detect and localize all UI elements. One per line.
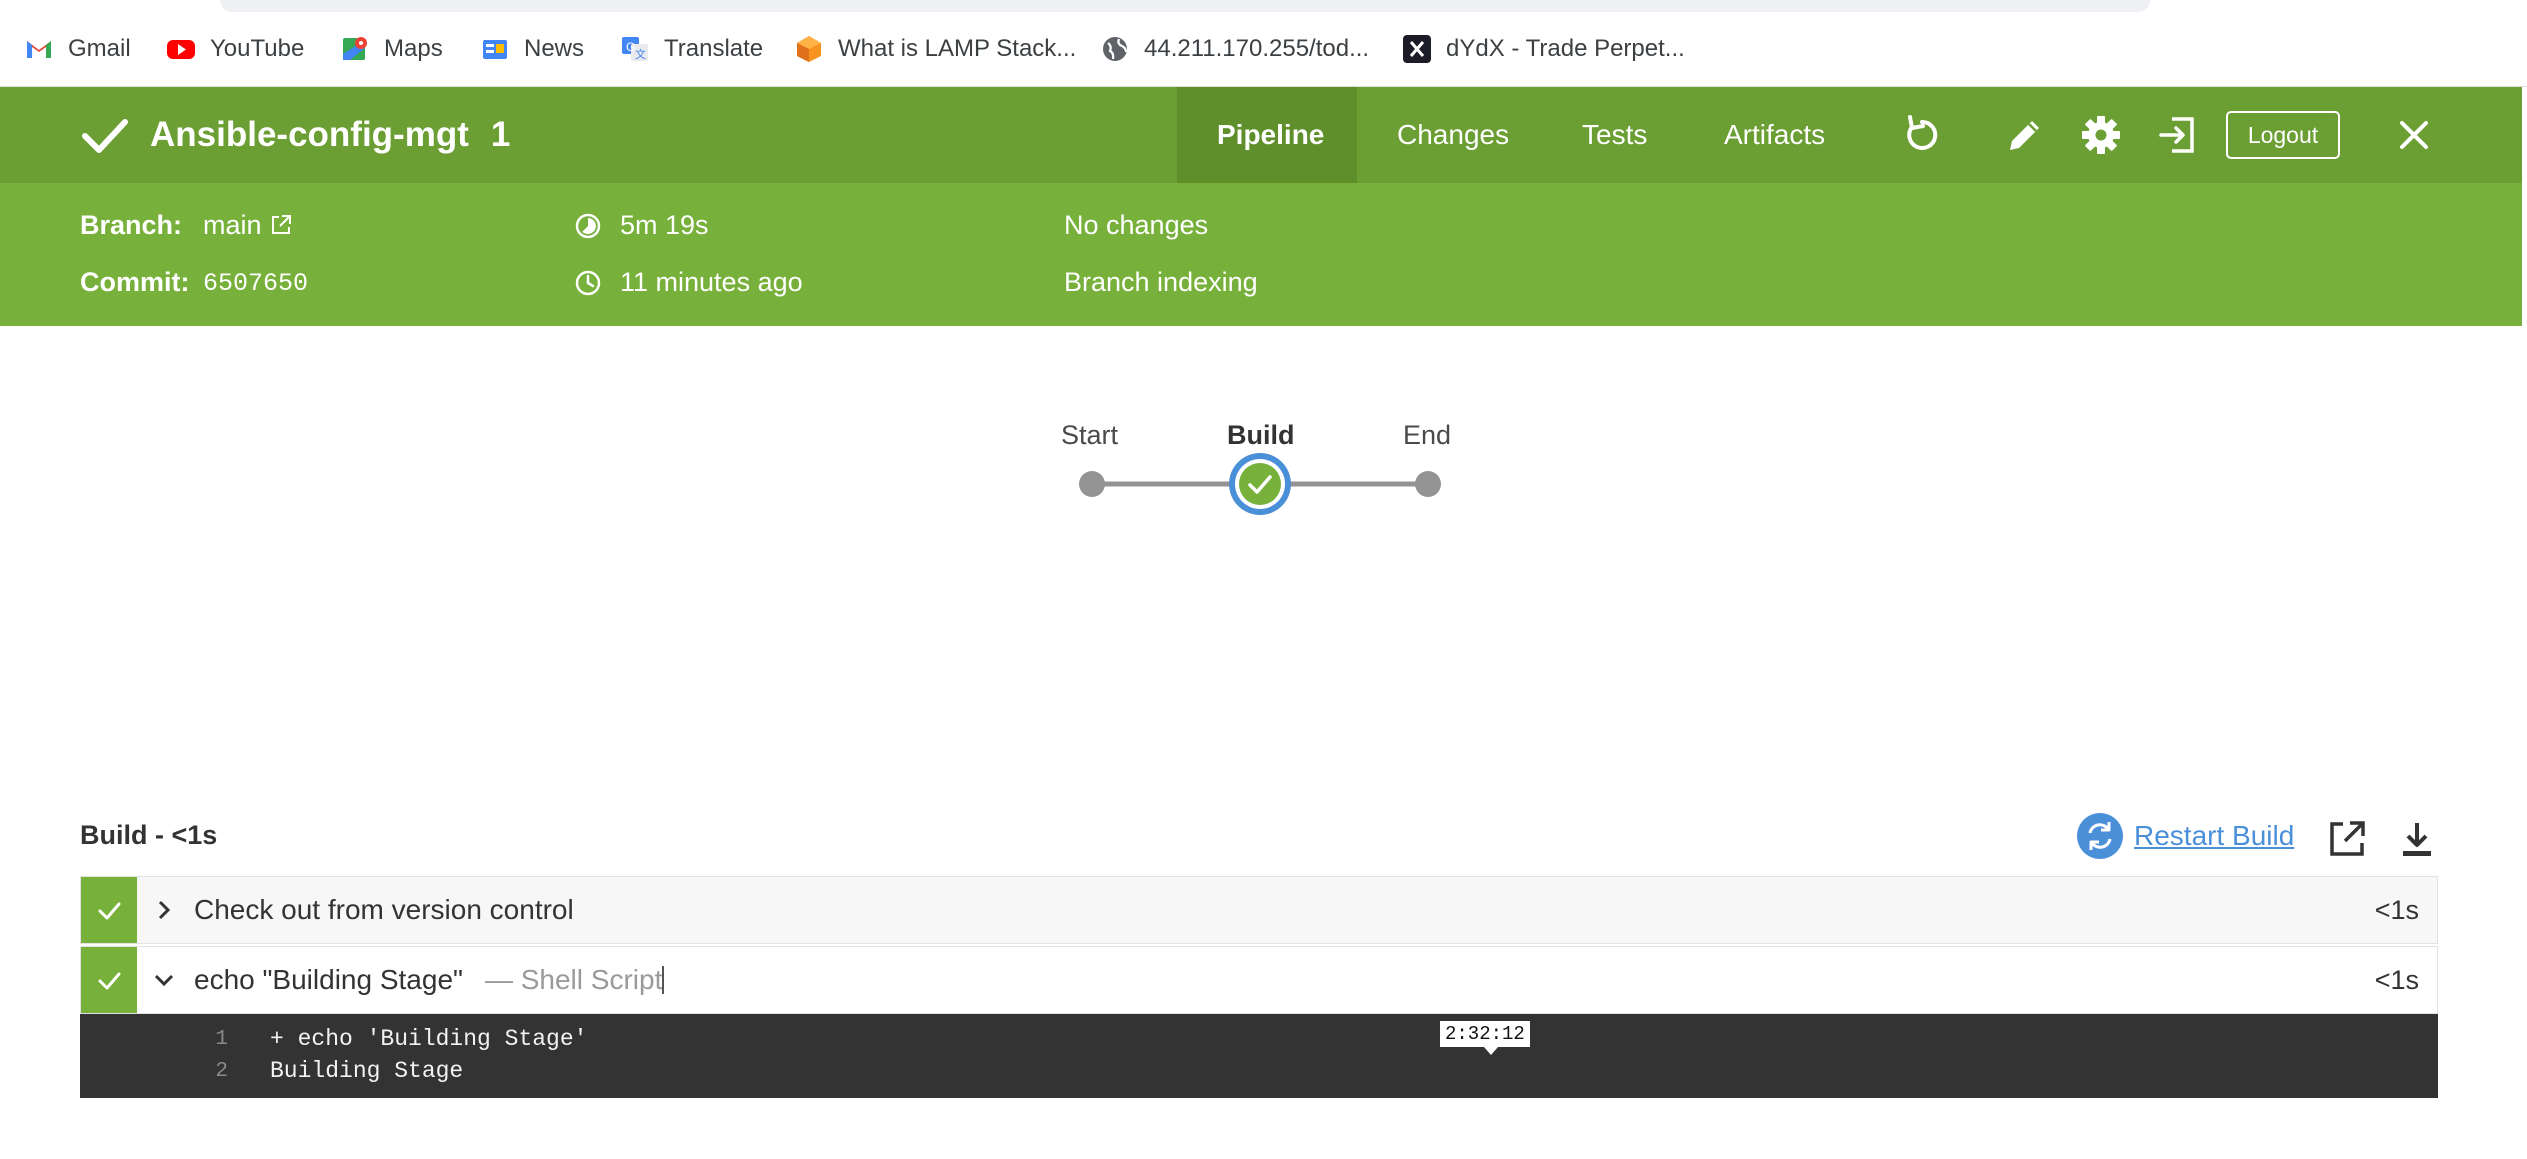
commit-label: Commit: bbox=[80, 267, 190, 297]
branch-label: Branch: bbox=[80, 210, 183, 240]
bookmark-dydx[interactable]: dYdX - Trade Perpet... bbox=[1402, 32, 1685, 66]
tab-artifacts[interactable]: Artifacts bbox=[1724, 87, 1825, 183]
translate-icon: G文 bbox=[620, 34, 650, 64]
bookmark-lamp[interactable]: What is LAMP Stack... bbox=[794, 32, 1076, 66]
pipeline-graph bbox=[1079, 453, 1441, 515]
restart-build-label[interactable]: Restart Build bbox=[2134, 820, 2294, 852]
tab-tests[interactable]: Tests bbox=[1582, 87, 1647, 183]
step-label: Check out from version control bbox=[194, 877, 574, 943]
bookmark-label: Maps bbox=[384, 35, 443, 62]
bookmark-maps[interactable]: Maps bbox=[340, 32, 443, 66]
restart-icon bbox=[2077, 813, 2123, 859]
dydx-icon bbox=[1402, 34, 1432, 64]
open-classic-icon[interactable] bbox=[2156, 113, 2200, 157]
run-duration: 5m 19s bbox=[620, 210, 709, 240]
step-row-shell-script[interactable]: echo "Building Stage" — Shell Script <1s bbox=[80, 946, 2438, 1014]
run-started: 11 minutes ago bbox=[620, 267, 803, 297]
stage-label-build[interactable]: Build bbox=[1227, 420, 1295, 451]
tab-pipeline[interactable]: Pipeline bbox=[1217, 87, 1324, 183]
text-cursor bbox=[662, 966, 665, 994]
edit-pencil-icon[interactable] bbox=[2003, 113, 2047, 157]
timestamp-tooltip: 2:32:12 bbox=[1439, 1020, 1531, 1055]
lamp-icon bbox=[794, 34, 824, 64]
bookmark-label: dYdX - Trade Perpet... bbox=[1446, 35, 1685, 62]
step-success-badge bbox=[81, 877, 137, 943]
run-header-bar: Ansible-config-mgt 1 Pipeline Changes Te… bbox=[0, 87, 2522, 183]
bookmarks-bar: Gmail YouTube Maps News G文 Translate Wha… bbox=[0, 12, 2527, 87]
step-console-log: 1 + echo 'Building Stage' 2 Building Sta… bbox=[80, 1014, 2438, 1098]
stage-label-start: Start bbox=[1061, 420, 1119, 450]
end-node bbox=[1415, 471, 1441, 497]
run-cause: Branch indexing bbox=[1064, 267, 1258, 297]
open-in-new-window-icon[interactable] bbox=[2326, 818, 2368, 860]
svg-text:文: 文 bbox=[635, 47, 646, 61]
bookmark-label: Gmail bbox=[68, 35, 131, 62]
success-check-icon bbox=[82, 119, 128, 153]
step-duration: <1s bbox=[2374, 894, 2419, 925]
bookmark-youtube[interactable]: YouTube bbox=[166, 32, 304, 66]
bookmark-translate[interactable]: G文 Translate bbox=[620, 32, 763, 66]
run-details-bar: Branch: main Commit: 6507650 5m 19s 11 m… bbox=[0, 183, 2522, 326]
tab-changes[interactable]: Changes bbox=[1397, 87, 1509, 183]
download-icon[interactable] bbox=[2397, 818, 2437, 860]
run-number: 1 bbox=[490, 115, 511, 154]
log-line-number[interactable]: 2 bbox=[188, 1060, 228, 1083]
log-line-text: + echo 'Building Stage' bbox=[270, 1026, 588, 1052]
stage-label-end: End bbox=[1403, 420, 1452, 450]
step-name: echo "Building Stage" bbox=[194, 964, 463, 995]
external-link-icon[interactable] bbox=[269, 213, 293, 237]
youtube-icon bbox=[166, 34, 196, 64]
clock-icon bbox=[575, 270, 601, 296]
step-row-checkout[interactable]: Check out from version control <1s bbox=[80, 876, 2438, 944]
build-stage-node[interactable] bbox=[1229, 453, 1291, 515]
start-node bbox=[1079, 471, 1105, 497]
step-check-icon bbox=[98, 902, 121, 920]
bookmark-gmail[interactable]: Gmail bbox=[24, 32, 131, 66]
step-type: — Shell Script bbox=[484, 964, 663, 995]
bookmark-label: News bbox=[524, 35, 585, 62]
branch-value: main bbox=[203, 210, 262, 240]
close-icon[interactable] bbox=[2392, 113, 2436, 157]
gmail-icon bbox=[24, 34, 54, 64]
settings-gear-icon[interactable] bbox=[2079, 113, 2123, 157]
step-label: echo "Building Stage" — Shell Script bbox=[194, 947, 665, 1013]
maps-icon bbox=[340, 34, 370, 64]
log-line-text: Building Stage bbox=[270, 1058, 464, 1084]
svg-text:G: G bbox=[626, 40, 635, 54]
log-line-number[interactable]: 1 bbox=[188, 1028, 228, 1051]
bookmark-label: YouTube bbox=[210, 35, 305, 62]
restart-build-button[interactable]: Restart Build bbox=[2076, 812, 2294, 860]
duration-icon bbox=[575, 213, 601, 239]
bookmark-label: Translate bbox=[664, 35, 764, 62]
job-name[interactable]: Ansible-config-mgt bbox=[150, 115, 469, 155]
globe-icon bbox=[1100, 34, 1130, 64]
bookmark-label: What is LAMP Stack... bbox=[838, 35, 1077, 62]
logout-button[interactable]: Logout bbox=[2226, 111, 2340, 159]
step-check-icon bbox=[98, 972, 121, 990]
step-success-badge bbox=[81, 947, 137, 1013]
news-icon bbox=[480, 34, 510, 64]
stage-steps-title: Build - <1s bbox=[80, 820, 218, 850]
bookmark-ip-address[interactable]: 44.211.170.255/tod... bbox=[1100, 32, 1369, 66]
bookmark-news[interactable]: News bbox=[480, 32, 584, 66]
bookmark-label: 44.211.170.255/tod... bbox=[1144, 35, 1370, 62]
step-duration: <1s bbox=[2374, 964, 2419, 995]
run-title: Ansible-config-mgt 1 bbox=[80, 87, 510, 183]
commit-value: 6507650 bbox=[203, 269, 309, 298]
rerun-icon[interactable] bbox=[1900, 113, 1944, 157]
changes-summary: No changes bbox=[1064, 210, 1209, 240]
address-bar-edge bbox=[220, 0, 2150, 12]
chevron-right-icon[interactable] bbox=[153, 899, 175, 921]
step-name: Check out from version control bbox=[194, 894, 574, 925]
chevron-down-icon[interactable] bbox=[153, 969, 175, 991]
